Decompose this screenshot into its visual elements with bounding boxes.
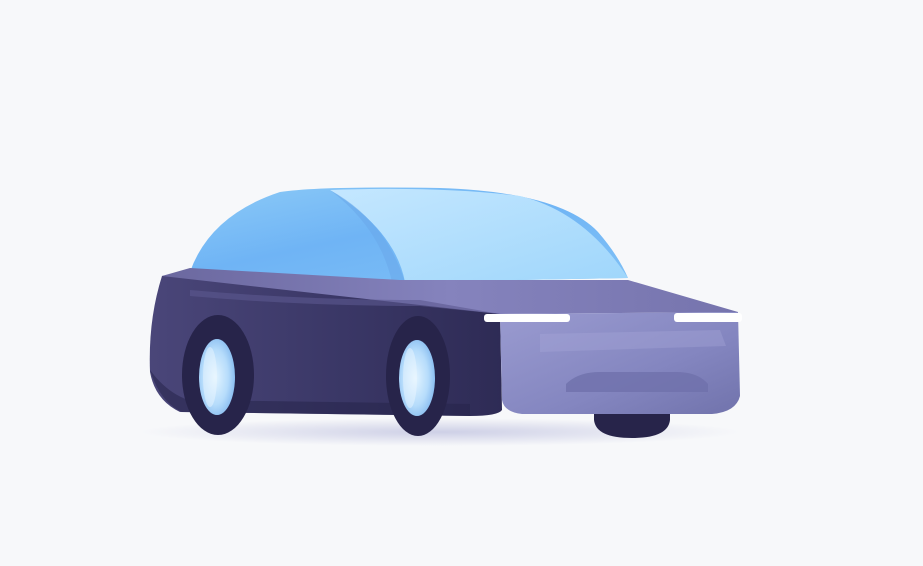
right-headlight	[674, 313, 742, 322]
rear-wheel	[182, 315, 254, 435]
middle-wheel	[386, 316, 450, 436]
car-illustration	[140, 187, 742, 446]
windshield-canopy	[190, 187, 628, 282]
left-headlight	[484, 314, 570, 322]
front-fascia	[500, 312, 740, 414]
